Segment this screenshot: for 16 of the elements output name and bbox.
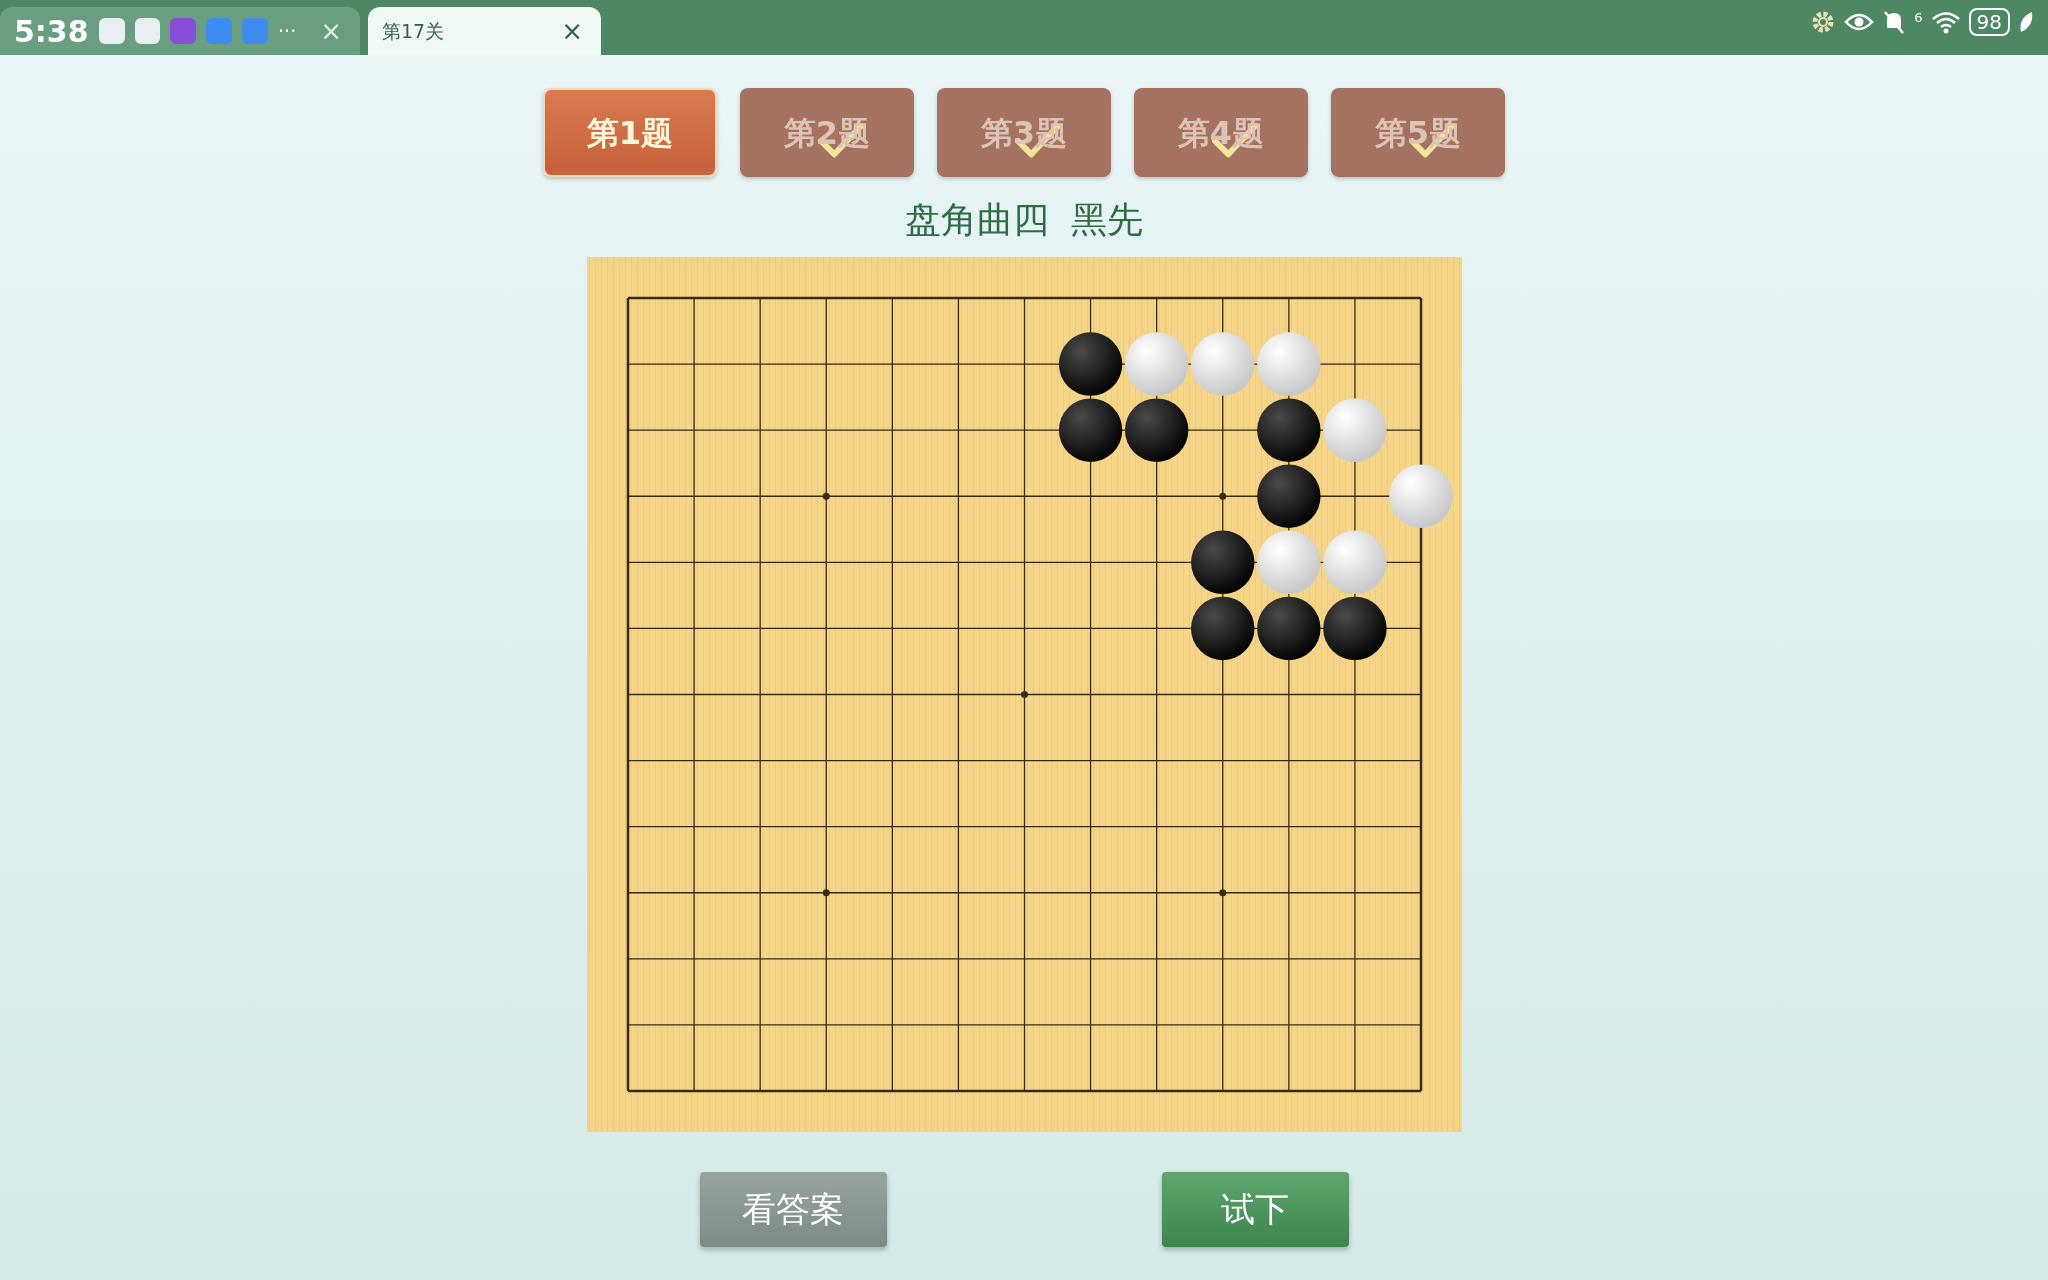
- problem-tab[interactable]: 第1题: [543, 88, 717, 177]
- wifi-generation-label: 6: [1914, 9, 1923, 27]
- leaf-icon: [2018, 10, 2034, 34]
- status-clock: 5:38: [14, 12, 89, 51]
- tab-title: 第17关: [382, 18, 445, 44]
- eye-icon: [1844, 11, 1875, 33]
- problem-title: 盘角曲四 黑先: [904, 198, 1144, 242]
- browser-tab[interactable]: 5:38 ··· ×: [0, 7, 360, 55]
- go-board[interactable]: [586, 257, 1462, 1132]
- muted-bell-icon: [1882, 9, 1907, 35]
- battery-level: 98: [1968, 8, 2010, 36]
- more-text[interactable]: ···: [278, 16, 297, 46]
- try-button[interactable]: 试下: [1161, 1172, 1349, 1247]
- show-answer-button[interactable]: 看答案: [699, 1172, 887, 1247]
- wifi-icon: [1930, 10, 1961, 34]
- browser-tab[interactable]: 第17关 ×: [368, 7, 601, 55]
